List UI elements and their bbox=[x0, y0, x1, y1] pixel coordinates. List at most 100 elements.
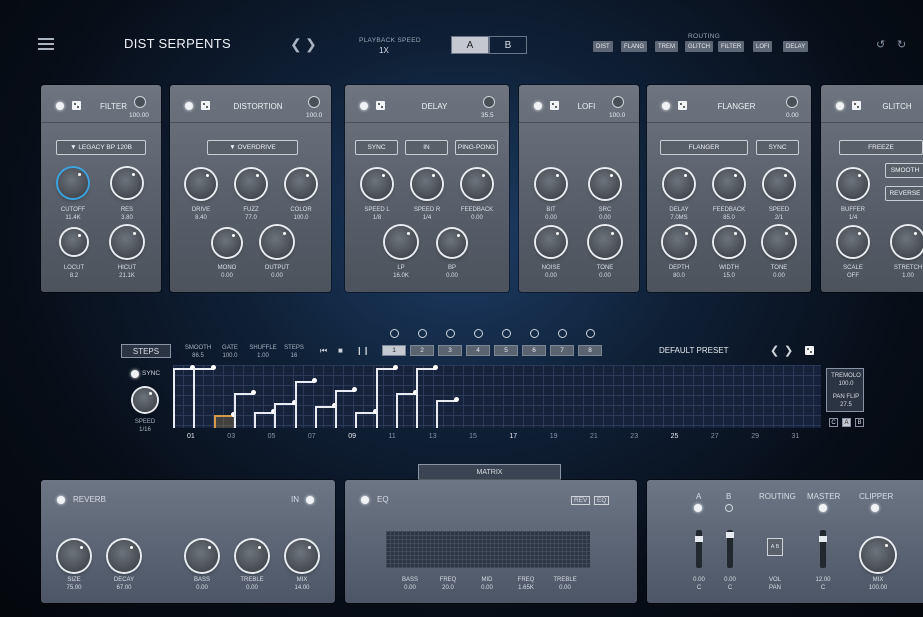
size-knob[interactable] bbox=[58, 540, 90, 572]
ab-routing-icon[interactable]: A B bbox=[767, 538, 783, 556]
smooth-button[interactable]: SMOOTH bbox=[885, 163, 923, 178]
reverb-treble-knob[interactable] bbox=[236, 540, 268, 572]
matrix-button[interactable]: MATRIX bbox=[418, 464, 561, 480]
pause-icon[interactable]: ❙❙ bbox=[356, 346, 369, 355]
master-a-led-icon[interactable] bbox=[694, 504, 702, 512]
step-bar[interactable] bbox=[395, 393, 416, 428]
lofi-mix-knob[interactable] bbox=[612, 96, 624, 108]
seq-preset-name[interactable]: DEFAULT PRESET bbox=[659, 346, 729, 355]
width-knob[interactable] bbox=[714, 227, 744, 257]
step-bar[interactable] bbox=[375, 368, 396, 428]
pattern-button-5[interactable]: 5 bbox=[494, 345, 518, 356]
step-bar[interactable] bbox=[416, 368, 437, 428]
redo-icon[interactable]: ↻ bbox=[897, 38, 906, 51]
eq-treble-label[interactable]: TREBLE 0.00 bbox=[540, 576, 590, 592]
step-point[interactable] bbox=[352, 387, 358, 393]
step-bar[interactable] bbox=[254, 412, 275, 428]
pattern-button-6[interactable]: 6 bbox=[522, 345, 546, 356]
route-flang[interactable]: FLANG bbox=[621, 41, 648, 52]
pattern-dot-8[interactable] bbox=[586, 329, 595, 338]
pattern-dot-1[interactable] bbox=[390, 329, 399, 338]
step-bar[interactable] bbox=[355, 412, 376, 428]
reverb-bass-knob[interactable] bbox=[186, 540, 218, 572]
flanger-mix-knob[interactable] bbox=[786, 96, 798, 108]
delay-pingpong-button[interactable]: PING-PONG bbox=[455, 140, 498, 155]
eq-eq-button[interactable]: EQ bbox=[594, 496, 610, 505]
eq-display[interactable] bbox=[386, 531, 590, 568]
sync-led-icon[interactable] bbox=[131, 370, 139, 378]
fader-master[interactable] bbox=[819, 530, 827, 568]
reverse-button[interactable]: REVERSE bbox=[885, 186, 923, 201]
pattern-dot-5[interactable] bbox=[502, 329, 511, 338]
bp-knob[interactable] bbox=[438, 229, 466, 257]
distortion-mix-knob[interactable] bbox=[308, 96, 320, 108]
tone-knob[interactable] bbox=[589, 226, 621, 258]
step-bar[interactable] bbox=[314, 405, 335, 428]
step-bar[interactable] bbox=[173, 368, 194, 428]
pattern-button-4[interactable]: 4 bbox=[466, 345, 490, 356]
pattern-button-7[interactable]: 7 bbox=[550, 345, 574, 356]
freeze-button[interactable]: FREEZE bbox=[839, 140, 923, 155]
eq-power-icon[interactable] bbox=[361, 496, 369, 504]
route-delay[interactable]: DELAY bbox=[783, 41, 809, 52]
depth-knob[interactable] bbox=[663, 226, 695, 258]
menu-icon[interactable] bbox=[38, 38, 54, 50]
pattern-button-8[interactable]: 8 bbox=[578, 345, 602, 356]
prev-preset-icon[interactable]: ❮ bbox=[290, 36, 302, 53]
clipper-led-icon[interactable] bbox=[871, 504, 879, 512]
stretch-knob[interactable] bbox=[892, 226, 923, 258]
ab-a-button[interactable]: A bbox=[451, 36, 489, 54]
pattern-button-2[interactable]: 2 bbox=[410, 345, 434, 356]
buffer-knob[interactable] bbox=[838, 169, 868, 199]
step-bar[interactable] bbox=[436, 399, 457, 428]
src-knob[interactable] bbox=[590, 169, 620, 199]
mono-knob[interactable] bbox=[213, 229, 241, 257]
pattern-dot-2[interactable] bbox=[418, 329, 427, 338]
flanger-delay-knob[interactable] bbox=[664, 169, 694, 199]
step-point[interactable] bbox=[210, 365, 216, 371]
reverb-mix-knob[interactable] bbox=[286, 540, 318, 572]
pattern-button-1[interactable]: 1 bbox=[382, 345, 406, 356]
seq-next-icon[interactable]: ❯ bbox=[784, 344, 793, 357]
scale-knob[interactable] bbox=[838, 227, 868, 257]
delay-in-button[interactable]: IN bbox=[405, 140, 448, 155]
step-bar[interactable] bbox=[274, 402, 295, 428]
reverb-in-icon[interactable] bbox=[306, 496, 314, 504]
drive-knob[interactable] bbox=[186, 169, 216, 199]
tremolo-label[interactable]: TREMOLO 100.0 bbox=[821, 372, 871, 388]
fader-b[interactable] bbox=[726, 530, 734, 568]
skip-back-icon[interactable]: ⏮ bbox=[320, 346, 327, 356]
output-knob[interactable] bbox=[261, 226, 293, 258]
hicut-knob[interactable] bbox=[111, 226, 143, 258]
ab-b-button[interactable]: B bbox=[489, 36, 527, 54]
step-point[interactable] bbox=[311, 377, 317, 383]
undo-icon[interactable]: ↺ bbox=[876, 38, 885, 51]
speed-l-knob[interactable] bbox=[362, 169, 392, 199]
step-bar[interactable] bbox=[335, 390, 356, 428]
flanger-feedback-knob[interactable] bbox=[714, 169, 744, 199]
pattern-button-3[interactable]: 3 bbox=[438, 345, 462, 356]
fader-a[interactable] bbox=[695, 530, 703, 568]
locut-knob[interactable] bbox=[61, 229, 87, 255]
flanger-speed-knob[interactable] bbox=[764, 169, 794, 199]
bit-knob[interactable] bbox=[536, 169, 566, 199]
pattern-dot-4[interactable] bbox=[474, 329, 483, 338]
lp-knob[interactable] bbox=[385, 226, 417, 258]
reverb-power-icon[interactable] bbox=[57, 496, 65, 504]
seq-random-icon[interactable] bbox=[805, 346, 814, 355]
seq-prev-icon[interactable]: ❮ bbox=[770, 344, 779, 357]
panflip-label[interactable]: PAN FLIP 27.5 bbox=[821, 393, 871, 409]
step-bar[interactable] bbox=[213, 415, 234, 428]
route-dist[interactable]: DIST bbox=[593, 41, 613, 52]
color-knob[interactable] bbox=[286, 169, 316, 199]
master-mix-knob[interactable] bbox=[861, 538, 895, 572]
delay-mix-knob[interactable] bbox=[483, 96, 495, 108]
playback-speed-value[interactable]: 1X bbox=[379, 46, 389, 55]
steps-param[interactable]: STEPS 16 bbox=[269, 344, 319, 360]
feedback-knob[interactable] bbox=[462, 169, 492, 199]
res-knob[interactable] bbox=[112, 168, 142, 198]
distortion-type-select[interactable]: ▼ OVERDRIVE bbox=[207, 140, 298, 155]
speed-r-knob[interactable] bbox=[412, 169, 442, 199]
master-b-led-icon[interactable] bbox=[725, 504, 733, 512]
eq-rev-button[interactable]: REV bbox=[571, 496, 591, 505]
